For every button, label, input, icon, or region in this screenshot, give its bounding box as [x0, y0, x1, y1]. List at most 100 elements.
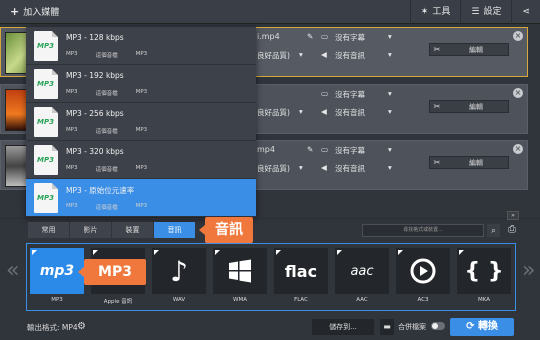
meta-source: 這個音檔 [95, 91, 118, 97]
meta-format: MP3 [66, 89, 78, 95]
mka-icon: { } [457, 248, 511, 294]
format-tile-ac3[interactable]: AC3 [396, 248, 450, 310]
tools-button[interactable]: ✶ 工具 [409, 0, 461, 24]
chevron-down-icon[interactable]: ▾ [388, 50, 392, 59]
chevron-down-icon[interactable]: ▾ [388, 145, 392, 154]
format-tabs: 常用 影片 裝置 音訊 [28, 222, 196, 238]
preset-title: MP3 - 320 kbps [66, 147, 124, 156]
edit-label: 編輯 [469, 45, 483, 54]
audio-select[interactable]: 沒有音訊 [335, 163, 365, 174]
close-icon[interactable]: × [513, 31, 523, 41]
flac-icon: flac [274, 248, 328, 294]
subtitle-icon: ▭ [321, 32, 329, 41]
meta-codec: MP3 [135, 203, 148, 209]
windows-icon [213, 248, 267, 294]
edit-button[interactable]: ✂ 編輯 [429, 43, 509, 56]
format-label: MKA [477, 297, 491, 303]
format-label: AC3 [417, 297, 429, 303]
edit-label: 編輯 [469, 158, 483, 167]
preset-item[interactable]: MP3 MP3 - 256 kbps MP3 這個音檔 MP3 [26, 103, 256, 141]
preset-meta: MP3 這個音檔 MP3 [66, 203, 147, 211]
mp3-logo-text: MP3 [37, 80, 54, 88]
merge-files-label: 合併檔案 [398, 323, 426, 331]
meta-source: 這個音檔 [95, 129, 118, 135]
meta-codec: MP3 [135, 51, 148, 57]
audio-tab-callout: 音訊 [199, 217, 253, 243]
folder-icon[interactable]: ▬ [380, 319, 394, 335]
plus-icon: + [10, 5, 20, 18]
mp3-tile-text: mp3 [39, 263, 75, 279]
pencil-icon[interactable]: ✎ [307, 145, 313, 154]
format-tile-wma[interactable]: WMA [213, 248, 267, 310]
close-icon[interactable]: × [513, 88, 523, 98]
play-circle-glyph [410, 258, 436, 284]
format-search-input[interactable]: 尋找格式或裝置... [362, 224, 484, 237]
scissors-icon: ✂ [433, 158, 441, 167]
search-icon[interactable]: ⌕ [487, 224, 500, 237]
convert-button[interactable]: ⟳ 轉換 [450, 318, 514, 336]
edit-label: 編輯 [469, 102, 483, 111]
preset-title: MP3 - 192 kbps [66, 71, 124, 80]
audio-select[interactable]: 沒有音訊 [335, 50, 365, 61]
preset-item-selected[interactable]: MP3 MP3 - 原始位元速率 MP3 這個音檔 MP3 [26, 179, 256, 217]
collapse-panel-button[interactable]: » [507, 211, 519, 220]
subtitle-select[interactable]: 沒有字幕 [335, 145, 365, 156]
mp3-file-icon: MP3 [34, 107, 58, 137]
top-toolbar: + 加入媒體 ✶ 工具 ☰ 設定 ⋖ [0, 0, 540, 24]
device-detect-icon[interactable]: ⎙ [505, 223, 519, 237]
format-tile-mp3[interactable]: mp3 MP3 [30, 248, 84, 310]
preset-item[interactable]: MP3 MP3 - 192 kbps MP3 這個音檔 MP3 [26, 65, 256, 103]
tab-popular[interactable]: 常用 [28, 222, 69, 238]
top-right-controls: ✶ 工具 ☰ 設定 ⋖ [409, 0, 540, 24]
edit-button[interactable]: ✂ 編輯 [429, 156, 509, 169]
scroll-right-icon[interactable]: » [522, 258, 535, 283]
panel-divider [0, 218, 540, 219]
footer-bar: 輸出格式: MP4 ⚙ 儲存到... ▬ 合併檔案 ⟳ 轉換 [0, 316, 540, 340]
tab-audio[interactable]: 音訊 [154, 222, 195, 238]
chevron-down-icon[interactable]: ▾ [388, 89, 392, 98]
save-to-select[interactable]: 儲存到... [312, 319, 374, 335]
format-label: WMA [233, 297, 247, 303]
format-tile-mka[interactable]: { } MKA [457, 248, 511, 310]
subtitle-select[interactable]: 沒有字幕 [335, 89, 365, 100]
close-icon[interactable]: × [513, 144, 523, 154]
mp3-file-icon: MP3 [34, 183, 58, 213]
preset-item[interactable]: MP3 MP3 - 128 kbps MP3 這個音檔 MP3 [26, 27, 256, 65]
format-tile-wav[interactable]: ♪ WAV [152, 248, 206, 310]
pencil-icon[interactable]: ✎ [307, 32, 313, 41]
format-tile-aac[interactable]: aac AAC [335, 248, 389, 310]
settings-button[interactable]: ☰ 設定 [460, 0, 511, 24]
chevron-down-icon[interactable]: ▾ [388, 32, 392, 41]
chevron-down-icon[interactable]: ▾ [299, 107, 303, 116]
chevron-down-icon[interactable]: ▾ [388, 163, 392, 172]
scissors-icon: ✂ [433, 45, 441, 54]
preset-item[interactable]: MP3 MP3 - 320 kbps MP3 這個音檔 MP3 [26, 141, 256, 179]
chevron-down-icon[interactable]: ▾ [388, 107, 392, 116]
refresh-icon: ⟳ [466, 321, 478, 332]
share-button[interactable]: ⋖ [511, 0, 540, 24]
mp3-logo-text: MP3 [37, 118, 54, 126]
add-media-button[interactable]: + 加入媒體 [4, 3, 65, 21]
speaker-icon: ◀ [321, 50, 327, 59]
quality-label: 良好品質) [257, 108, 290, 117]
chevron-down-icon[interactable]: ▾ [299, 50, 303, 59]
subtitle-select[interactable]: 沒有字幕 [335, 32, 365, 43]
quality-label: 良好品質) [257, 51, 290, 60]
mp3-logo-text: MP3 [37, 42, 54, 50]
note-glyph: ♪ [170, 254, 188, 288]
edit-button[interactable]: ✂ 編輯 [429, 100, 509, 113]
format-label: AAC [356, 297, 368, 303]
tab-video[interactable]: 影片 [70, 222, 111, 238]
chevron-down-icon[interactable]: ▾ [299, 163, 303, 172]
speaker-icon: ◀ [321, 163, 327, 172]
scroll-left-icon[interactable]: « [6, 258, 19, 283]
tab-devices[interactable]: 裝置 [112, 222, 153, 238]
preset-title: MP3 - 256 kbps [66, 109, 124, 118]
gear-icon[interactable]: ⚙ [77, 321, 86, 332]
audio-select[interactable]: 沒有音訊 [335, 107, 365, 118]
meta-format: MP3 [66, 165, 78, 171]
play-circle-icon [396, 248, 450, 294]
format-tile-flac[interactable]: flac FLAC [274, 248, 328, 310]
braces-glyph: { } [464, 258, 504, 284]
merge-toggle[interactable] [431, 322, 445, 330]
